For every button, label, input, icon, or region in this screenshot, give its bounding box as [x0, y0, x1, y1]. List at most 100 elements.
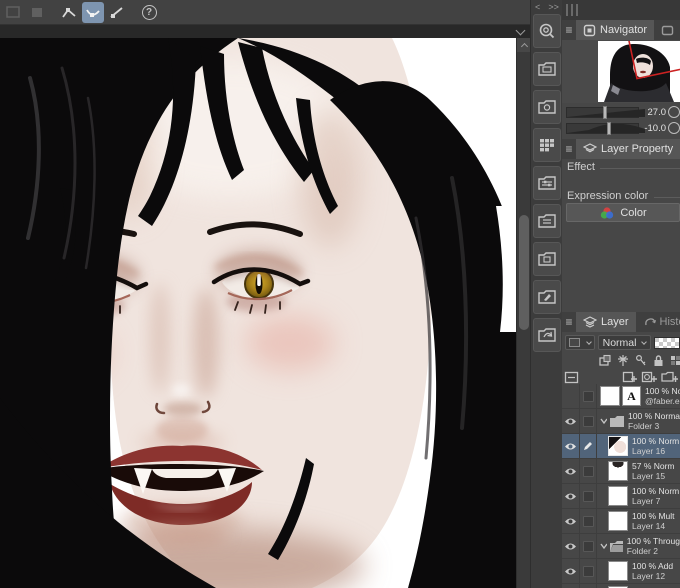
layer-row-folder3[interactable]: 100 % Norma Folder 3: [562, 409, 680, 434]
new-correction-layer-icon[interactable]: [641, 370, 657, 384]
visibility-cell[interactable]: [562, 484, 580, 508]
tab-layer-property[interactable]: Layer Property: [576, 139, 680, 159]
visibility-cell[interactable]: [562, 584, 580, 588]
visibility-cell[interactable]: [562, 384, 580, 408]
folder-document-icon[interactable]: [533, 242, 561, 276]
visibility-cell[interactable]: [562, 459, 580, 483]
layer-row-faber[interactable]: A 100 % No @faber.e: [562, 384, 680, 409]
layer-thumbnail[interactable]: [608, 436, 628, 456]
inactive-tool-icon-2[interactable]: [26, 2, 48, 23]
editing-cell: [580, 434, 597, 458]
blend-mode-dropdown[interactable]: Normal: [597, 335, 651, 350]
checkbox-cell[interactable]: [580, 459, 597, 483]
visibility-cell[interactable]: [562, 559, 580, 583]
zoom-slider[interactable]: [566, 105, 645, 119]
snap-curve-icon[interactable]: [82, 1, 104, 23]
new-layer-icon[interactable]: [622, 370, 637, 384]
layer-row-folder2[interactable]: 100 % Throug Folder 2: [562, 534, 680, 559]
checkbox-cell[interactable]: [580, 484, 597, 508]
expand-chevron-icon[interactable]: [599, 542, 607, 550]
folder-sliders-icon[interactable]: [533, 166, 561, 200]
panel-drag-bar[interactable]: [562, 0, 680, 20]
layer-panel-menu-icon[interactable]: ≡: [562, 315, 576, 329]
eye-icon[interactable]: [564, 442, 577, 451]
layer-checkbox[interactable]: [582, 565, 594, 577]
rotate-icon[interactable]: [668, 122, 680, 134]
layer-checkbox[interactable]: [582, 515, 594, 527]
folder-lines-icon[interactable]: [533, 204, 561, 238]
rotate-slider[interactable]: [566, 121, 645, 135]
navigator-menu-icon[interactable]: ≡: [562, 23, 576, 37]
canvas-tab-dropdown-icon[interactable]: [515, 25, 526, 36]
checkbox-cell[interactable]: [580, 409, 597, 433]
reference-layer-icon[interactable]: [564, 371, 579, 384]
eye-icon[interactable]: [564, 417, 577, 426]
eye-icon[interactable]: [564, 467, 577, 476]
checkbox-cell[interactable]: [580, 534, 597, 558]
lock-key-icon[interactable]: [634, 354, 648, 367]
visibility-cell[interactable]: [562, 509, 580, 533]
layer-row-layer7[interactable]: 100 % Norm Layer 7: [562, 484, 680, 509]
layer-checkbox[interactable]: [582, 490, 594, 502]
zoom-slider-handle[interactable]: [603, 105, 607, 119]
layer-thumbnail[interactable]: [608, 486, 628, 506]
help-icon[interactable]: ?: [138, 2, 160, 23]
visibility-cell[interactable]: [562, 409, 580, 433]
scrollbar-thumb[interactable]: [519, 215, 529, 330]
folder-edit-icon[interactable]: [533, 280, 561, 314]
layer-thumbnail[interactable]: [608, 511, 628, 531]
lock-transparent-pixel-icon[interactable]: [669, 354, 680, 367]
layer-checkbox[interactable]: [582, 415, 594, 427]
tab-layer[interactable]: Layer: [576, 312, 636, 332]
inactive-tool-icon-1[interactable]: [2, 2, 24, 23]
rotate-slider-handle[interactable]: [607, 121, 611, 135]
grid-palette-icon[interactable]: [533, 128, 561, 162]
dock-expand-icon[interactable]: >>: [548, 2, 559, 12]
canvas[interactable]: [0, 38, 516, 588]
visibility-cell[interactable]: [562, 534, 580, 558]
layer-thumbnail[interactable]: [600, 386, 620, 406]
folder-camera-icon[interactable]: [533, 90, 561, 124]
draft-layer-icon[interactable]: [616, 354, 630, 367]
search-palette-icon[interactable]: [533, 14, 561, 48]
eye-icon[interactable]: [564, 517, 577, 526]
layer-property-menu-icon[interactable]: ≡: [562, 142, 576, 156]
checkbox-cell[interactable]: [580, 384, 597, 408]
navigator-preview[interactable]: [562, 40, 680, 103]
checkbox-cell[interactable]: [580, 559, 597, 583]
layer-checkbox[interactable]: [582, 390, 594, 402]
layer-row-layer15[interactable]: 57 % Norm Layer 15: [562, 459, 680, 484]
layer-thumbnail[interactable]: [608, 461, 628, 481]
eye-icon[interactable]: [564, 567, 577, 576]
checkbox-cell[interactable]: [580, 584, 597, 588]
folder-window-icon[interactable]: [533, 52, 561, 86]
folder-export-icon[interactable]: [533, 318, 561, 352]
snap-angle-plain-icon[interactable]: [106, 2, 128, 23]
checkbox-cell[interactable]: [580, 509, 597, 533]
layer-row-partial[interactable]: 100 % Nor: [562, 584, 680, 588]
scroll-up-icon[interactable]: [517, 38, 531, 52]
tab-subview[interactable]: [654, 20, 680, 40]
layer-row-layer14[interactable]: 100 % Mult Layer 14: [562, 509, 680, 534]
new-folder-icon[interactable]: [661, 370, 678, 384]
expression-color-dropdown[interactable]: Color: [566, 203, 680, 222]
canvas-vertical-scrollbar[interactable]: [516, 38, 531, 588]
tab-navigator[interactable]: Navigator: [576, 20, 655, 40]
snap-angle-icon[interactable]: [58, 2, 80, 23]
opacity-slider[interactable]: [653, 336, 680, 349]
visibility-cell[interactable]: [562, 434, 580, 458]
palette-color-dropdown[interactable]: [565, 335, 595, 350]
layer-row-layer16-selected[interactable]: 100 % Norm Layer 16: [562, 434, 680, 459]
eye-icon[interactable]: [564, 542, 577, 551]
dock-collapse-icon[interactable]: <: [535, 2, 540, 12]
clip-to-layer-icon[interactable]: [598, 354, 612, 367]
layer-checkbox[interactable]: [582, 540, 594, 552]
lock-layer-icon[interactable]: [652, 354, 665, 367]
layer-row-layer12[interactable]: 100 % Add Layer 12: [562, 559, 680, 584]
layer-thumbnail[interactable]: [608, 561, 628, 581]
tab-history[interactable]: History: [636, 312, 680, 332]
expand-chevron-icon[interactable]: [599, 417, 608, 425]
layer-checkbox[interactable]: [582, 465, 594, 477]
zoom-in-icon[interactable]: [668, 106, 680, 118]
eye-icon[interactable]: [564, 492, 577, 501]
